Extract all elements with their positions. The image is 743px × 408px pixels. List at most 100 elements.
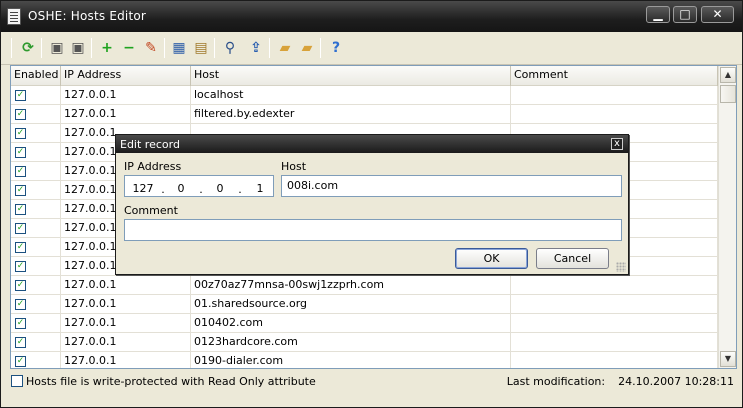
- enabled-cell: ✓: [11, 143, 61, 162]
- edit-record-icon[interactable]: ✎: [141, 38, 161, 58]
- enabled-checkbox[interactable]: ✓: [15, 204, 26, 215]
- enabled-checkbox[interactable]: ✓: [15, 223, 26, 234]
- enabled-checkbox[interactable]: ✓: [15, 318, 26, 329]
- scrollbar-thumb[interactable]: [720, 85, 736, 103]
- column-header-host[interactable]: Host: [191, 66, 511, 86]
- toolbar-separator: [320, 38, 321, 58]
- resize-grip-icon[interactable]: [616, 262, 626, 272]
- enabled-cell: ✓: [11, 124, 61, 143]
- comment-cell[interactable]: [511, 295, 718, 314]
- ip-cell[interactable]: 127.0.0.1: [61, 333, 191, 352]
- table-row[interactable]: ✓ 127.0.0.1 010402.com: [11, 314, 718, 333]
- enabled-cell: ✓: [11, 105, 61, 124]
- ip-cell[interactable]: 127.0.0.1: [61, 86, 191, 105]
- table-row[interactable]: ✓ 127.0.0.1 localhost: [11, 86, 718, 105]
- enabled-checkbox[interactable]: ✓: [15, 166, 26, 177]
- table-row[interactable]: ✓ 127.0.0.1 00z70az77mnsa-00swj1zzprh.com: [11, 276, 718, 295]
- toolbar-separator: [41, 38, 42, 58]
- toolbar-separator: [269, 38, 270, 58]
- ip-segment-3[interactable]: 0: [209, 179, 231, 199]
- ip-cell[interactable]: 127.0.0.1: [61, 352, 191, 368]
- ip-segment-4[interactable]: 1: [249, 179, 271, 199]
- readonly-label[interactable]: Hosts file is write-protected with Read …: [26, 375, 316, 388]
- refresh-icon[interactable]: ⟳: [18, 38, 38, 58]
- comment-cell[interactable]: [511, 86, 718, 105]
- comment-cell[interactable]: [511, 314, 718, 333]
- enabled-checkbox[interactable]: ✓: [15, 128, 26, 139]
- ip-cell[interactable]: 127.0.0.1: [61, 105, 191, 124]
- save-all-icon[interactable]: ▣: [68, 38, 88, 58]
- table-row[interactable]: ✓ 127.0.0.1 0190-dialer.com: [11, 352, 718, 368]
- ip-dot: .: [161, 183, 165, 196]
- enabled-checkbox[interactable]: ✓: [15, 185, 26, 196]
- host-cell[interactable]: 0190-dialer.com: [191, 352, 511, 368]
- host-cell[interactable]: 0123hardcore.com: [191, 333, 511, 352]
- ok-button[interactable]: OK: [455, 248, 528, 269]
- open-folder-alt-icon[interactable]: ▰: [297, 38, 317, 58]
- table-row[interactable]: ✓ 127.0.0.1 0123hardcore.com: [11, 333, 718, 352]
- minimize-button[interactable]: ▁: [646, 6, 670, 23]
- enabled-checkbox[interactable]: ✓: [15, 147, 26, 158]
- ip-segment-2[interactable]: 0: [170, 179, 192, 199]
- enabled-cell: ✓: [11, 352, 61, 368]
- last-modification: Last modification: 24.10.2007 10:28:11: [507, 375, 734, 388]
- enabled-checkbox[interactable]: ✓: [15, 337, 26, 348]
- vertical-scrollbar[interactable]: ▲ ▼: [718, 66, 736, 368]
- host-cell[interactable]: 00z70az77mnsa-00swj1zzprh.com: [191, 276, 511, 295]
- comment-cell[interactable]: [511, 333, 718, 352]
- enabled-checkbox[interactable]: ✓: [15, 90, 26, 101]
- remove-record-icon[interactable]: −: [119, 38, 139, 58]
- search-icon[interactable]: ⚲: [220, 38, 240, 58]
- title-bar[interactable]: OSHE: Hosts Editor ▁ □ ✕: [1, 1, 742, 32]
- host-cell[interactable]: 01.sharedsource.org: [191, 295, 511, 314]
- readonly-checkbox[interactable]: [11, 375, 23, 387]
- host-cell[interactable]: 010402.com: [191, 314, 511, 333]
- scroll-down-arrow-icon[interactable]: ▼: [720, 351, 736, 367]
- host-field[interactable]: 008i.com: [281, 175, 622, 197]
- column-header-enabled[interactable]: Enabled: [11, 66, 61, 86]
- comment-cell[interactable]: [511, 352, 718, 368]
- scroll-up-arrow-icon[interactable]: ▲: [720, 67, 736, 83]
- enabled-cell: ✓: [11, 162, 61, 181]
- cancel-button[interactable]: Cancel: [536, 248, 609, 269]
- help-icon[interactable]: ?: [326, 38, 346, 58]
- dialog-title-bar[interactable]: Edit record x: [116, 135, 628, 153]
- enabled-cell: ✓: [11, 295, 61, 314]
- enabled-checkbox[interactable]: ✓: [15, 261, 26, 272]
- import-icon[interactable]: ⇪: [246, 38, 266, 58]
- ip-segment-1[interactable]: 127: [132, 179, 154, 199]
- ip-cell[interactable]: 127.0.0.1: [61, 314, 191, 333]
- maximize-button[interactable]: □: [673, 6, 697, 23]
- column-header-comment[interactable]: Comment: [511, 66, 718, 86]
- table-row[interactable]: ✓ 127.0.0.1 01.sharedsource.org: [11, 295, 718, 314]
- notepad-icon[interactable]: ▤: [191, 38, 211, 58]
- host-cell[interactable]: filtered.by.edexter: [191, 105, 511, 124]
- toolbar-separator: [91, 38, 92, 58]
- comment-cell[interactable]: [511, 276, 718, 295]
- comment-cell[interactable]: [511, 105, 718, 124]
- enabled-checkbox[interactable]: ✓: [15, 299, 26, 310]
- comment-label: Comment: [124, 204, 178, 217]
- status-bar: Hosts file is write-protected with Read …: [1, 371, 742, 393]
- table-view-icon[interactable]: ▦: [169, 38, 189, 58]
- save-icon[interactable]: ▣: [47, 38, 67, 58]
- comment-field[interactable]: [124, 219, 622, 241]
- column-header-ip-address[interactable]: IP Address: [61, 66, 191, 86]
- open-folder-icon[interactable]: ▰: [275, 38, 295, 58]
- dialog-close-button[interactable]: x: [611, 138, 623, 150]
- table-header: Enabled IP Address Host Comment: [11, 66, 718, 86]
- enabled-checkbox[interactable]: ✓: [15, 109, 26, 120]
- enabled-cell: ✓: [11, 200, 61, 219]
- enabled-checkbox[interactable]: ✓: [15, 242, 26, 253]
- dialog-title: Edit record: [120, 138, 180, 151]
- ip-cell[interactable]: 127.0.0.1: [61, 295, 191, 314]
- ip-address-field[interactable]: 127 . 0 . 0 . 1: [124, 175, 274, 197]
- ip-cell[interactable]: 127.0.0.1: [61, 276, 191, 295]
- enabled-checkbox[interactable]: ✓: [15, 356, 26, 367]
- enabled-checkbox[interactable]: ✓: [15, 280, 26, 291]
- add-record-icon[interactable]: +: [97, 38, 117, 58]
- ip-dot: .: [199, 183, 203, 196]
- close-button[interactable]: ✕: [701, 6, 734, 23]
- host-cell[interactable]: localhost: [191, 86, 511, 105]
- table-row[interactable]: ✓ 127.0.0.1 filtered.by.edexter: [11, 105, 718, 124]
